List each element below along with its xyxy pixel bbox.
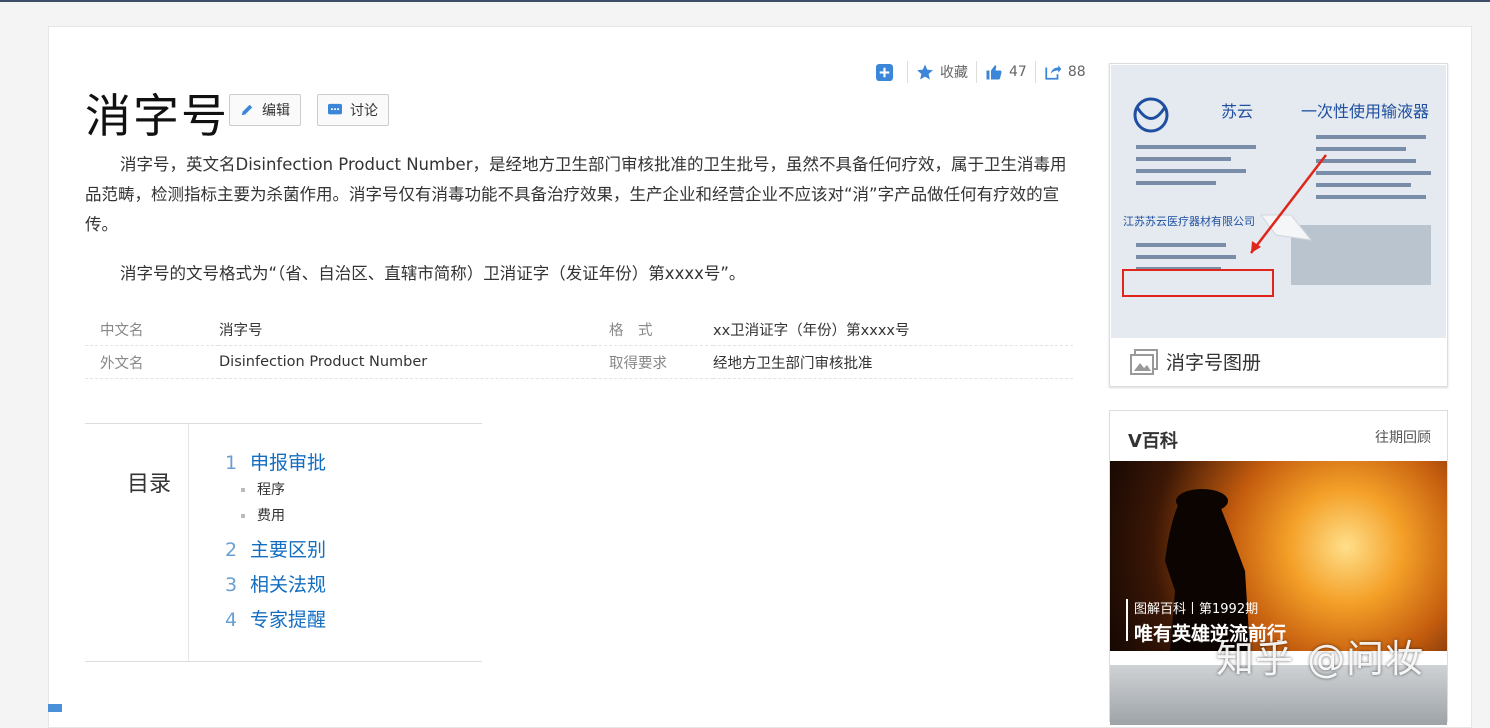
vbaike-heading: V百科 (1128, 431, 1178, 452)
like-button[interactable]: 47 (985, 63, 1027, 81)
info-value: 消字号 (219, 313, 594, 346)
edit-label: 编辑 (262, 103, 290, 119)
info-key: 取得要求 (594, 345, 713, 379)
pencil-icon (240, 103, 254, 117)
discuss-button[interactable]: 讨论 (317, 94, 389, 126)
basic-info-table: 中文名 消字号 格 式 xx卫消证字（年份）第xxxx号 外文名 Disinfe… (85, 313, 1073, 379)
info-key: 中文名 (85, 313, 219, 346)
toc-item-2[interactable]: 2 主要区别 (225, 535, 326, 562)
share-button[interactable]: 88 (1044, 63, 1086, 81)
photo-text-company: 江苏苏云医疗器材有限公司 (1123, 214, 1255, 228)
edit-button[interactable]: 编辑 (229, 94, 301, 126)
entry-toolbar: 收藏 47 88 (876, 60, 1086, 84)
chat-icon (328, 103, 342, 117)
past-issues-link[interactable]: 往期回顾 (1375, 427, 1431, 447)
toc-item-1[interactable]: 1 申报审批 (225, 448, 326, 475)
toc-item-3[interactable]: 3 相关法规 (225, 570, 326, 597)
image-gallery-icon (1130, 348, 1158, 375)
watermark-text: 知乎 @问妆 (1216, 637, 1425, 681)
favorite-label: 收藏 (940, 65, 968, 81)
share-icon (1045, 65, 1062, 80)
photo-text-product: 一次性使用输液器 (1301, 102, 1429, 121)
photo-album-card[interactable]: 苏云 一次性使用输液器 江苏苏云医疗器材有限公司 消字号图册 (1109, 63, 1448, 387)
thumbs-up-icon (986, 65, 1002, 80)
toc-item-4[interactable]: 4 专家提醒 (225, 605, 326, 632)
info-value: xx卫消证字（年份）第xxxx号 (713, 313, 1073, 346)
table-row: 外文名 Disinfection Product Number 取得要求 经地方… (85, 345, 1073, 379)
toc-heading: 目录 (127, 472, 172, 497)
info-key: 格 式 (594, 313, 713, 346)
toc-subitem-fees[interactable]: 费用 (241, 505, 285, 525)
album-caption[interactable]: 消字号图册 (1130, 348, 1261, 375)
format-paragraph: 消字号的文号格式为“（省、自治区、直辖市简称）卫消证字（发证年份）第xxxx号”… (120, 264, 746, 283)
top-bar (0, 0, 1490, 2)
table-row: 中文名 消字号 格 式 xx卫消证字（年份）第xxxx号 (85, 313, 1073, 346)
discuss-label: 讨论 (350, 103, 378, 119)
info-value: 经地方卫生部门审核批准 (713, 345, 1073, 379)
favorite-button[interactable]: 收藏 (916, 62, 968, 82)
plus-square-icon (876, 63, 893, 81)
like-count: 47 (1009, 64, 1027, 80)
summary-paragraph: 消字号，英文名Disinfection Product Number，是经地方卫… (85, 155, 1067, 234)
album-cover-image[interactable]: 苏云 一次性使用输液器 江苏苏云医疗器材有限公司 (1111, 65, 1446, 338)
info-key: 外文名 (85, 345, 219, 379)
entry-title: 消字号 (85, 89, 229, 143)
share-count: 88 (1067, 64, 1086, 80)
add-button[interactable] (876, 63, 899, 81)
table-of-contents: 目录 1 申报审批 程序 费用 2 主要区别 3 相关法规 4 专家提醒 (85, 423, 482, 662)
vbaike-feature-image[interactable]: 图解百科丨第1992期 唯有英雄逆流前行 (1110, 461, 1447, 651)
toc-subitem-procedure[interactable]: 程序 (241, 479, 285, 499)
vbaike-issue-tag: 图解百科丨第1992期 (1134, 602, 1259, 617)
info-value: Disinfection Product Number (219, 345, 594, 379)
toc-heading-column: 目录 (85, 424, 189, 661)
section-marker (48, 704, 62, 712)
photo-text-brand: 苏云 (1221, 102, 1253, 121)
star-icon (917, 64, 933, 80)
